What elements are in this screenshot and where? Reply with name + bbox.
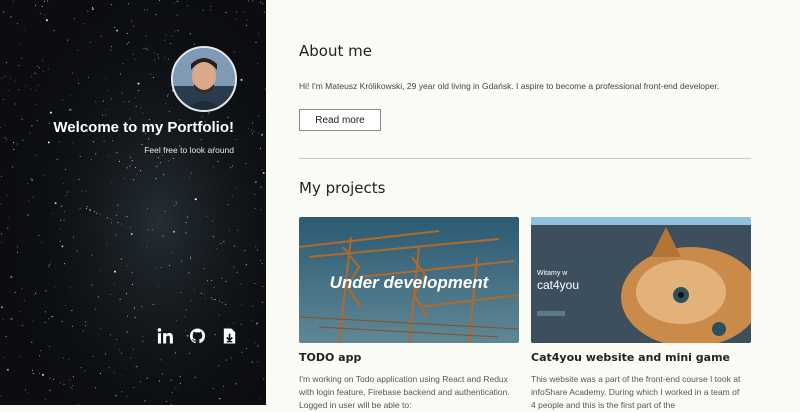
project-description-todo: I'm working on Todo application using Re… [299,374,510,410]
under-development-label: Under development [329,273,489,292]
project-title-cat4you[interactable]: Cat4you website and mini game [531,351,730,364]
project-description-cat4you: This website was a part of the front-end… [531,374,741,410]
section-divider [299,158,751,159]
svg-text:cat4you: cat4you [537,278,579,292]
projects-heading: My projects [299,179,386,197]
project-card-todo[interactable]: Under development TODO app I'm working o… [299,217,519,410]
project-thumbnail-todo[interactable]: Under development [299,217,519,343]
linkedin-icon[interactable] [157,327,174,345]
svg-text:Witamy w: Witamy w [537,270,568,277]
github-icon[interactable] [189,327,206,345]
main-content: About me Hi! I'm Mateusz Królikowski, 29… [266,0,800,410]
sidebar: Welcome to my Portfolio! Feel free to lo… [0,0,266,405]
read-more-button[interactable]: Read more [299,109,381,131]
about-heading: About me [299,42,372,60]
project-card-cat4you[interactable]: Witamy w cat4you Cat4you website and min… [531,217,751,410]
welcome-heading: Welcome to my Portfolio! [53,119,234,136]
avatar [171,46,237,112]
project-thumbnail-cat4you[interactable]: Witamy w cat4you [531,217,751,343]
download-cv-icon[interactable] [221,327,238,345]
welcome-subtitle: Feel free to look around [144,145,234,155]
about-text: Hi! I'm Mateusz Królikowski, 29 year old… [299,81,720,91]
project-title-todo[interactable]: TODO app [299,351,361,364]
social-links [157,327,238,345]
